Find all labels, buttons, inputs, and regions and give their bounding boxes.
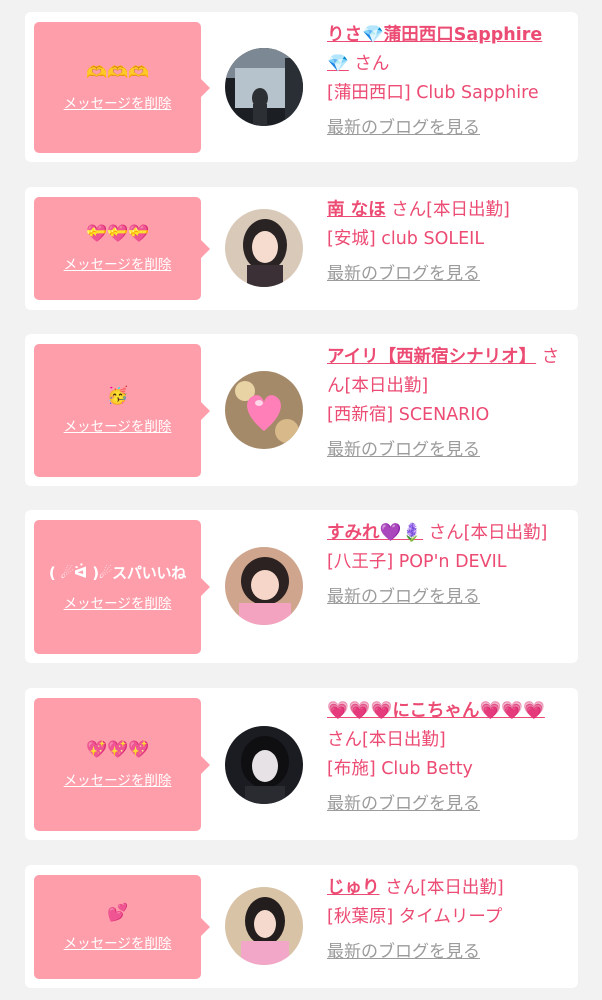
message-card: 💖💖💖 メッセージを削除 💗💗💗にこちゃん💗💗💗 さん[本日出勤] [布施] C…: [25, 688, 578, 840]
comment-text: 🫶🫶🫶: [86, 63, 149, 83]
shop-name: [秋葉原] タイムリープ: [327, 907, 503, 927]
shop-name: [八王子] POP'n DEVIL: [327, 552, 507, 572]
shop-name: [蒲田西口] Club Sapphire: [327, 83, 539, 103]
card-info: アイリ【西新宿シナリオ】 さん[本日出勤] [西新宿] SCENARIO 最新の…: [327, 343, 563, 465]
delete-message-link[interactable]: メッセージを削除: [64, 253, 172, 273]
avatar[interactable]: [225, 887, 303, 965]
avatar[interactable]: [225, 209, 303, 287]
name-suffix: さん[本日出勤]: [385, 878, 504, 898]
comment-text: 💝💝💝: [86, 224, 149, 244]
message-card: 🫶🫶🫶 メッセージを削除 りさ💎蒲田西口Sapphire💎 さん [蒲田西口] …: [25, 12, 578, 162]
comment-bubble: 💖💖💖 メッセージを削除: [34, 698, 210, 831]
cast-name-link[interactable]: すみれ💜🪻: [327, 523, 423, 543]
delete-message-link[interactable]: メッセージを削除: [64, 592, 172, 612]
comment-text: 💕: [107, 902, 128, 923]
comment-text: ( ☄ᐛ )☄スパいいね: [48, 563, 187, 582]
latest-blog-link[interactable]: 最新のブログを見る: [327, 583, 480, 612]
name-suffix: さん[本日出勤]: [428, 523, 548, 543]
shop-name: [布施] Club Betty: [327, 759, 473, 779]
delete-message-link[interactable]: メッセージを削除: [64, 415, 172, 435]
card-info: 南 なほ さん[本日出勤] [安城] club SOLEIL 最新のブログを見る: [327, 196, 563, 289]
message-card: ( ☄ᐛ )☄スパいいね メッセージを削除 すみれ💜🪻 さん[本日出勤] [八王…: [25, 510, 578, 663]
name-suffix: さん: [354, 54, 390, 74]
card-info: すみれ💜🪻 さん[本日出勤] [八王子] POP'n DEVIL 最新のブログを…: [327, 519, 563, 612]
latest-blog-link[interactable]: 最新のブログを見る: [327, 436, 480, 465]
name-suffix: さん[本日出勤]: [391, 200, 510, 220]
cast-name-link[interactable]: アイリ【西新宿シナリオ】: [327, 347, 536, 367]
message-card: 💕 メッセージを削除 じゅり さん[本日出勤] [秋葉原] タイムリープ 最新の…: [25, 865, 578, 988]
cast-name-link[interactable]: じゅり: [327, 878, 380, 898]
comment-text: 💖💖💖: [86, 740, 149, 760]
comment-bubble: 💕 メッセージを削除: [34, 875, 210, 979]
card-info: 💗💗💗にこちゃん💗💗💗 さん[本日出勤] [布施] Club Betty 最新の…: [327, 697, 563, 819]
name-suffix: さん[本日出勤]: [327, 730, 446, 750]
avatar[interactable]: [225, 547, 303, 625]
avatar[interactable]: [225, 48, 303, 126]
latest-blog-link[interactable]: 最新のブログを見る: [327, 790, 480, 819]
avatar[interactable]: [225, 726, 303, 804]
comment-bubble: ( ☄ᐛ )☄スパいいね メッセージを削除: [34, 520, 210, 654]
comment-text: 🥳: [107, 386, 128, 406]
latest-blog-link[interactable]: 最新のブログを見る: [327, 114, 480, 143]
shop-name: [安城] club SOLEIL: [327, 229, 485, 249]
delete-message-link[interactable]: メッセージを削除: [64, 932, 172, 952]
message-card: 💝💝💝 メッセージを削除 南 なほ さん[本日出勤] [安城] club SOL…: [25, 187, 578, 310]
message-card: 🥳 メッセージを削除 アイリ【西新宿シナリオ】 さん[本日出勤] [西新宿] S…: [25, 334, 578, 486]
cast-name-link[interactable]: 南 なほ: [327, 200, 386, 220]
card-info: じゅり さん[本日出勤] [秋葉原] タイムリープ 最新のブログを見る: [327, 874, 563, 967]
card-info: りさ💎蒲田西口Sapphire💎 さん [蒲田西口] Club Sapphire…: [327, 21, 563, 143]
delete-message-link[interactable]: メッセージを削除: [64, 92, 172, 112]
comment-bubble: 💝💝💝 メッセージを削除: [34, 197, 210, 300]
latest-blog-link[interactable]: 最新のブログを見る: [327, 260, 480, 289]
avatar[interactable]: [225, 371, 303, 449]
delete-message-link[interactable]: メッセージを削除: [64, 769, 172, 789]
latest-blog-link[interactable]: 最新のブログを見る: [327, 938, 480, 967]
comment-bubble: 🫶🫶🫶 メッセージを削除: [34, 22, 210, 153]
comment-bubble: 🥳 メッセージを削除: [34, 344, 210, 477]
shop-name: [西新宿] SCENARIO: [327, 405, 490, 425]
cast-name-link[interactable]: 💗💗💗にこちゃん💗💗💗: [327, 701, 545, 721]
